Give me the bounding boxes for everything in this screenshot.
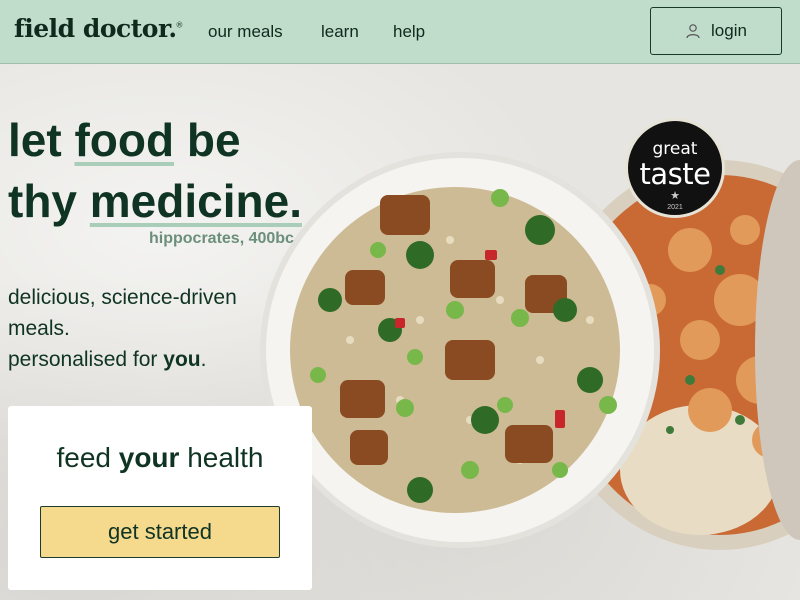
subcopy-text: . [200, 348, 207, 371]
logo-text: field doctor. [14, 14, 177, 43]
site-logo[interactable]: field doctor.® [14, 14, 182, 43]
headline-text: let [8, 114, 75, 166]
star-icon: ★ [670, 190, 680, 202]
cta-title-text: health [179, 442, 264, 473]
site-header: field doctor.® our meals learn help logi… [0, 0, 800, 64]
subcopy-text: personalised for [8, 348, 164, 371]
cta-title: feed your health [8, 442, 312, 474]
badge-line2: taste [639, 157, 711, 191]
badge-year: 2021 [667, 204, 683, 211]
get-started-button[interactable]: get started [40, 506, 280, 558]
great-taste-award-badge: great taste ★ 2021 [625, 118, 725, 218]
subcopy-emphasis-you: you [163, 348, 201, 371]
nav-help[interactable]: help [393, 22, 425, 42]
registered-mark: ® [176, 20, 183, 30]
headline-emphasis-medicine: medicine. [89, 175, 302, 227]
badge-line1: great [652, 139, 698, 159]
hero-subcopy: delicious, science-driven meals. persona… [8, 282, 308, 375]
subcopy-line-1: delicious, science-driven [8, 286, 237, 309]
headline-line-2: thy medicine. [8, 171, 302, 232]
subcopy-line-3: personalised for you. [8, 344, 308, 375]
login-button[interactable]: login [650, 7, 782, 55]
quote-attribution: hippocrates, 400bc [149, 230, 294, 247]
cta-card: feed your health get started [8, 406, 312, 590]
headline-line-1: let food be [8, 110, 302, 171]
cta-title-text: feed [56, 442, 119, 473]
subcopy-line-2: meals. [8, 317, 70, 340]
user-icon [686, 24, 700, 39]
headline-text: thy [8, 175, 90, 227]
headline-emphasis-food: food [74, 114, 175, 166]
nav-learn[interactable]: learn [321, 22, 359, 42]
login-label: login [711, 21, 747, 40]
hero-headline: let food be thy medicine. [8, 110, 302, 232]
nav-our-meals[interactable]: our meals [208, 22, 283, 42]
headline-text: be [174, 114, 241, 166]
cta-title-emphasis: your [118, 442, 180, 473]
